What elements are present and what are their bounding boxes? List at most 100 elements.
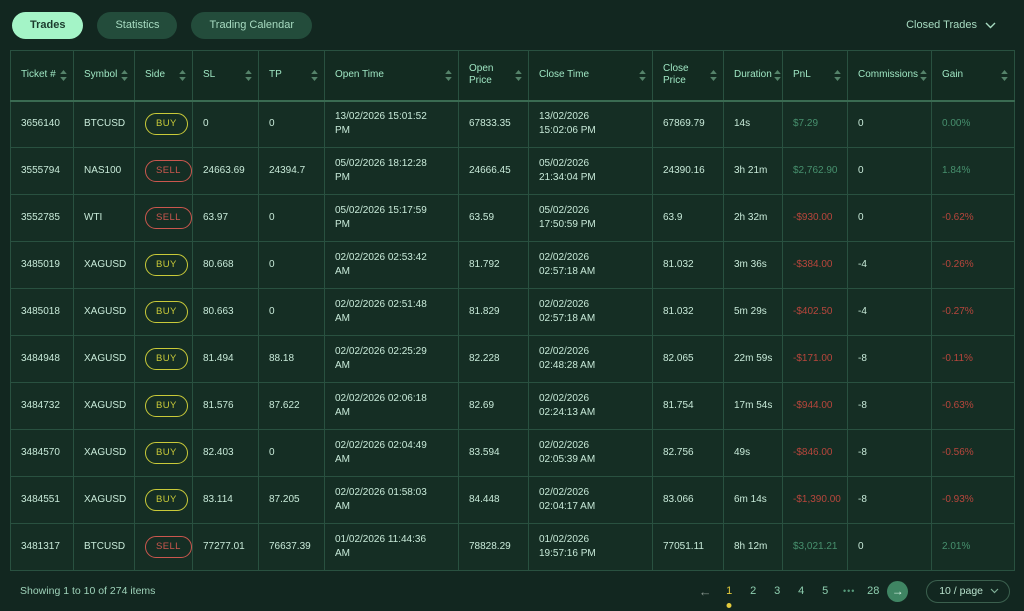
close_price-value: 83.066: [663, 493, 694, 505]
cell-close_time: 02/02/2026 02:48:28 AM: [528, 335, 653, 383]
column-label: Symbol: [84, 69, 118, 80]
closed-trades-dropdown[interactable]: Closed Trades: [906, 19, 996, 31]
column-header-open_price[interactable]: Open Price: [458, 50, 529, 102]
pagination-ellipsis[interactable]: •••: [839, 581, 859, 601]
sort-icon[interactable]: [1001, 69, 1008, 81]
sort-icon[interactable]: [710, 69, 717, 81]
cell-open_price: 63.59: [458, 194, 529, 242]
column-header-sl[interactable]: SL: [192, 50, 259, 102]
items-summary: Showing 1 to 10 of 274 items: [20, 585, 156, 597]
side-badge: BUY: [145, 348, 188, 370]
open_time-value: 13/02/2026 15:01:52 PM: [335, 110, 427, 137]
sort-icon[interactable]: [445, 69, 452, 81]
cell-commissions: -8: [847, 429, 932, 477]
sort-icon[interactable]: [834, 69, 841, 81]
sort-icon[interactable]: [774, 69, 781, 81]
cell-pnl: -$846.00: [782, 429, 848, 477]
sl-value: 24663.69: [203, 164, 245, 176]
close_price-value: 82.756: [663, 446, 694, 458]
next-page-button[interactable]: →: [887, 580, 909, 602]
cell-duration: 22m 59s: [723, 335, 783, 383]
close_price-value: 81.032: [663, 258, 694, 270]
cell-side: BUY: [134, 100, 193, 148]
column-header-close_time[interactable]: Close Time: [528, 50, 653, 102]
cell-pnl: $2,762.90: [782, 147, 848, 195]
column-header-open_time[interactable]: Open Time: [324, 50, 459, 102]
tab-statistics[interactable]: Statistics: [97, 11, 178, 39]
side-badge: SELL: [145, 160, 192, 182]
sort-icon[interactable]: [245, 69, 252, 81]
column-header-side[interactable]: Side: [134, 50, 193, 102]
column-header-pnl[interactable]: PnL: [782, 50, 848, 102]
open_time-value: 02/02/2026 02:06:18 AM: [335, 392, 427, 419]
close_time-value: 13/02/2026 15:02:06 PM: [539, 110, 596, 137]
column-header-tp[interactable]: TP: [258, 50, 325, 102]
cell-close_price: 82.756: [652, 429, 724, 477]
cell-close_time: 01/02/2026 19:57:16 PM: [528, 523, 653, 571]
column-label: Open Price: [469, 62, 494, 87]
sort-icon[interactable]: [179, 69, 186, 81]
column-header-symbol[interactable]: Symbol: [73, 50, 135, 102]
cell-close_time: 13/02/2026 15:02:06 PM: [528, 100, 653, 148]
symbol-value: BTCUSD: [84, 540, 126, 552]
page-size-select[interactable]: 10 / page: [926, 579, 1010, 603]
cell-symbol: WTI: [73, 194, 135, 242]
open_price-value: 81.829: [469, 305, 500, 317]
cell-close_price: 82.065: [652, 335, 724, 383]
tp-value: 0: [269, 305, 275, 317]
commissions-value: -8: [858, 352, 867, 364]
cell-open_price: 81.792: [458, 241, 529, 289]
column-header-gain[interactable]: Gain: [931, 50, 1015, 102]
open_price-value: 63.59: [469, 211, 495, 223]
gain-value: -0.63%: [942, 399, 974, 411]
gain-value: 0.00%: [942, 118, 971, 129]
page-number-2[interactable]: 2: [743, 581, 763, 601]
column-header-close_price[interactable]: Close Price: [652, 50, 724, 102]
cell-duration: 8h 12m: [723, 523, 783, 571]
column-header-commissions[interactable]: Commissions: [847, 50, 932, 102]
cell-gain: -0.62%: [931, 194, 1015, 242]
pnl-value: -$1,390.00: [793, 493, 841, 505]
sort-icon[interactable]: [121, 69, 128, 81]
cell-symbol: XAGUSD: [73, 382, 135, 430]
tab-trades[interactable]: Trades: [12, 11, 84, 39]
pnl-value: -$171.00: [793, 352, 833, 364]
open_time-value: 02/02/2026 02:53:42 AM: [335, 251, 427, 278]
sort-icon[interactable]: [639, 69, 646, 81]
cell-symbol: BTCUSD: [73, 523, 135, 571]
ticket-value: 3484948: [21, 352, 60, 364]
prev-page-button[interactable]: ←: [695, 581, 715, 601]
sort-icon[interactable]: [515, 69, 522, 81]
cell-sl: 63.97: [192, 194, 259, 242]
page-number-3[interactable]: 3: [767, 581, 787, 601]
cell-gain: 2.01%: [931, 523, 1015, 571]
cell-close_time: 02/02/2026 02:24:13 AM: [528, 382, 653, 430]
sort-icon[interactable]: [311, 69, 318, 81]
cell-ticket: 3555794: [10, 147, 74, 195]
side-badge: BUY: [145, 254, 188, 276]
tab-trading-calendar[interactable]: Trading Calendar: [191, 11, 313, 39]
open_time-value: 02/02/2026 01:58:03 AM: [335, 486, 427, 513]
commissions-value: 0: [858, 118, 864, 129]
page-number-4[interactable]: 4: [791, 581, 811, 601]
sort-icon[interactable]: [60, 69, 67, 81]
column-header-ticket[interactable]: Ticket #: [10, 50, 74, 102]
commissions-value: 0: [858, 211, 864, 223]
cell-side: BUY: [134, 476, 193, 524]
page-number-1[interactable]: 1: [719, 581, 739, 608]
close_price-value: 67869.79: [663, 118, 705, 129]
side-badge: BUY: [145, 395, 188, 417]
cell-duration: 6m 14s: [723, 476, 783, 524]
sl-value: 77277.01: [203, 540, 245, 552]
page-number-28[interactable]: 28: [863, 581, 883, 601]
tp-value: 24394.7: [269, 164, 306, 176]
column-header-duration[interactable]: Duration: [723, 50, 783, 102]
cell-duration: 3h 21m: [723, 147, 783, 195]
chevron-down-icon: [990, 588, 999, 594]
cell-ticket: 3481317: [10, 523, 74, 571]
sl-value: 0: [203, 118, 209, 129]
cell-sl: 80.663: [192, 288, 259, 336]
page-number-5[interactable]: 5: [815, 581, 835, 601]
sort-icon[interactable]: [920, 69, 927, 81]
cell-pnl: $7.29: [782, 100, 848, 148]
